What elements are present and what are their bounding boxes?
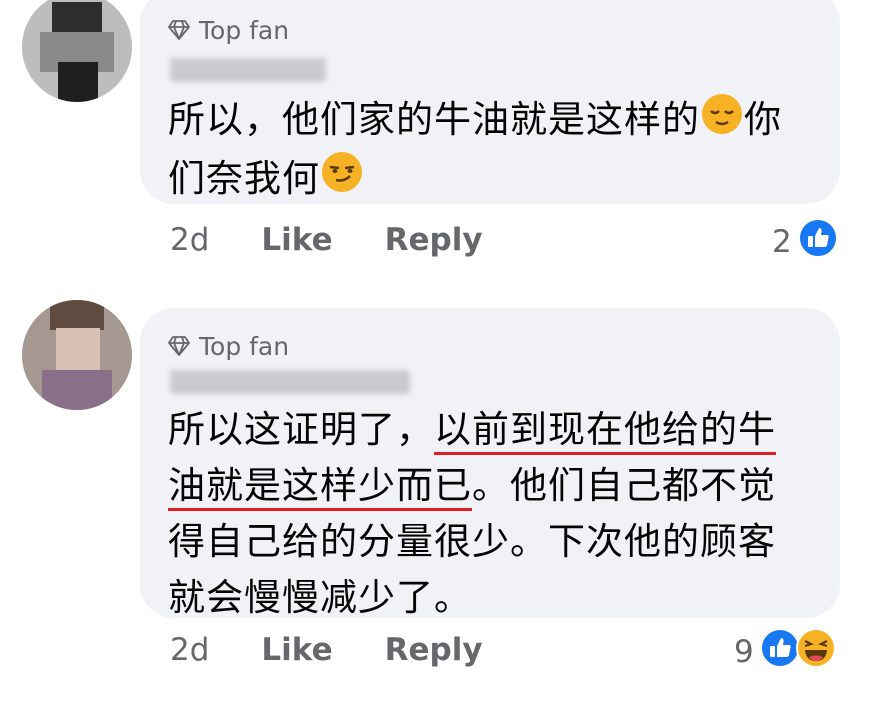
reaction-summary[interactable]: 2 xyxy=(772,218,838,266)
comment-text: 所以，他们家的牛油就是这样的 你们奈我何 xyxy=(168,92,808,209)
like-button[interactable]: Like xyxy=(261,632,332,668)
author-name[interactable] xyxy=(170,370,410,394)
like-button[interactable]: Like xyxy=(261,222,332,258)
reaction-summary[interactable]: 9 xyxy=(734,628,836,676)
diamond-icon xyxy=(168,20,190,40)
badge-label: Top fan xyxy=(199,331,290,361)
top-fan-badge: Top fan xyxy=(168,14,289,46)
like-reaction-icon xyxy=(797,218,838,266)
avatar[interactable] xyxy=(22,0,132,102)
timestamp[interactable]: 2d xyxy=(170,222,209,258)
avatar[interactable] xyxy=(22,300,132,410)
reply-button[interactable]: Reply xyxy=(385,222,483,258)
comment-actions: 2d Like Reply xyxy=(170,632,483,668)
comment-bubble: Top fan 所以这证明了，以前到现在他给的牛油就是这样少而已。他们自己都不觉… xyxy=(140,308,840,619)
smirking-face-icon xyxy=(321,151,363,209)
reaction-count: 2 xyxy=(772,224,792,260)
timestamp[interactable]: 2d xyxy=(170,632,209,668)
comment-bubble: Top fan 所以，他们家的牛油就是这样的 你们奈我何 xyxy=(140,0,840,204)
haha-reaction-icon xyxy=(795,628,836,676)
top-fan-badge: Top fan xyxy=(168,330,289,362)
like-reaction-icon xyxy=(759,628,800,676)
comment-text: 所以这证明了，以前到现在他给的牛油就是这样少而已。他们自己都不觉得自己给的分量很… xyxy=(168,408,776,619)
author-name[interactable] xyxy=(170,58,326,82)
diamond-icon xyxy=(168,336,190,356)
relieved-face-icon xyxy=(701,93,743,151)
reaction-count: 9 xyxy=(734,634,754,670)
badge-label: Top fan xyxy=(199,15,290,45)
comment-actions: 2d Like Reply xyxy=(170,222,483,258)
reply-button[interactable]: Reply xyxy=(385,632,483,668)
